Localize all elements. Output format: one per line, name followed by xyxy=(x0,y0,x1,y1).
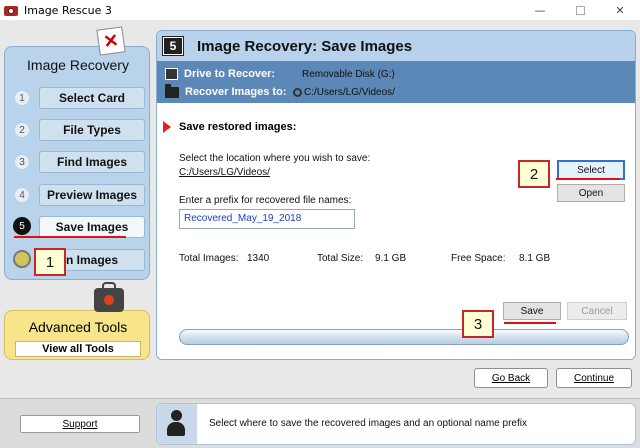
red-arrow-icon xyxy=(163,121,171,133)
section-title: Save restored images: xyxy=(179,121,297,133)
page-title: Image Recovery: Save Images xyxy=(197,37,413,55)
free-space-value: 8.1 GB xyxy=(519,253,551,264)
step-number-4: 4 xyxy=(15,188,29,202)
red-underline xyxy=(14,236,126,238)
step-number-1: 1 xyxy=(15,91,29,105)
callout-2: 2 xyxy=(518,160,550,188)
minimize-icon: — xyxy=(534,3,546,17)
recover-to-row: Recover Images to: C:/Users/LG/Videos/ xyxy=(165,83,395,98)
folder-icon xyxy=(165,83,179,98)
drive-info-row: Drive to Recover: Removable Disk (G:) xyxy=(165,68,395,80)
close-icon: ✕ xyxy=(615,3,625,17)
total-size-value: 9.1 GB xyxy=(375,253,407,264)
recovery-info-bar: Drive to Recover: Removable Disk (G:) Re… xyxy=(157,61,635,103)
minimize-button[interactable]: — xyxy=(520,0,560,20)
callout-3: 3 xyxy=(462,310,494,338)
recover-to-label: Recover Images to: xyxy=(185,86,287,98)
wizard-steps-panel: Image Recovery 1 Select Card 2 File Type… xyxy=(4,46,150,280)
step-label: File Types xyxy=(63,123,121,137)
cancel-button[interactable]: Cancel xyxy=(567,302,627,320)
step-file-types[interactable]: File Types xyxy=(39,119,145,141)
step-preview-images[interactable]: Preview Images xyxy=(39,184,145,206)
step-number-5: 5 xyxy=(13,217,31,235)
close-button[interactable]: ✕ xyxy=(600,0,640,20)
step-number-3: 3 xyxy=(15,155,29,169)
support-button[interactable]: Support xyxy=(20,415,140,433)
step-label: Select Card xyxy=(58,91,126,105)
help-avatar-panel xyxy=(157,404,197,444)
step-select-card[interactable]: Select Card xyxy=(39,87,145,109)
advanced-tools-title: Advanced Tools xyxy=(28,319,128,335)
step-find-images[interactable]: Find Images xyxy=(39,151,145,173)
prefix-input[interactable]: Recovered_May_19_2018 xyxy=(179,209,355,229)
recover-to-value: C:/Users/LG/Videos/ xyxy=(304,86,395,98)
step-badge: 5 xyxy=(162,36,184,56)
select-button[interactable]: Select xyxy=(557,160,625,180)
red-underline xyxy=(504,322,556,324)
save-location-path[interactable]: C:/Users/LG/Videos/ xyxy=(179,167,270,178)
section-heading: Save restored images: xyxy=(163,121,296,133)
card-x-icon: ✕ xyxy=(96,26,126,56)
wizard-title: Image Recovery xyxy=(27,57,129,73)
drive-value: Removable Disk (G:) xyxy=(302,68,395,80)
step-label: Save Images xyxy=(55,220,129,234)
total-images-value: 1340 xyxy=(247,253,270,264)
total-size-label: Total Size: xyxy=(317,253,364,264)
status-bar: Support Select where to save the recover… xyxy=(0,398,640,448)
save-progress-bar xyxy=(179,329,629,345)
location-prompt: Select the location where you wish to sa… xyxy=(179,153,371,164)
step-label: Preview Images xyxy=(46,188,138,202)
advanced-tools-panel: Advanced Tools View all Tools xyxy=(4,310,150,360)
step-save-images[interactable]: Save Images xyxy=(39,216,145,238)
view-all-tools-button[interactable]: View all Tools xyxy=(15,341,141,357)
main-header: 5 Image Recovery: Save Images xyxy=(157,31,635,61)
red-underline xyxy=(556,178,620,180)
magnifier-icon[interactable] xyxy=(293,87,302,97)
total-images-label: Total Images: xyxy=(179,253,239,264)
maximize-button[interactable] xyxy=(560,0,600,20)
continue-button[interactable]: Continue xyxy=(556,368,632,388)
step-label: n Images xyxy=(65,253,119,267)
save-button[interactable]: Save xyxy=(503,302,561,320)
person-icon xyxy=(165,410,187,438)
help-message: Select where to save the recovered image… xyxy=(209,418,527,429)
title-bar: Image Rescue 3 — ✕ xyxy=(0,0,640,20)
prefix-prompt: Enter a prefix for recovered file names: xyxy=(179,195,352,206)
free-space-label: Free Space: xyxy=(451,253,506,264)
drive-icon xyxy=(165,68,178,80)
main-panel: 5 Image Recovery: Save Images Drive to R… xyxy=(156,30,636,360)
maximize-icon xyxy=(575,5,585,15)
step-label: Find Images xyxy=(56,155,127,169)
drive-label: Drive to Recover: xyxy=(184,68,276,80)
callout-1: 1 xyxy=(34,248,66,276)
app-camera-icon xyxy=(4,3,18,17)
toolbox-icon xyxy=(94,282,124,312)
disc-icon xyxy=(13,250,31,268)
help-message-box: Select where to save the recovered image… xyxy=(156,403,636,445)
go-back-button[interactable]: Go Back xyxy=(474,368,548,388)
step-number-2: 2 xyxy=(15,123,29,137)
open-button[interactable]: Open xyxy=(557,184,625,202)
window-title: Image Rescue 3 xyxy=(24,3,112,17)
